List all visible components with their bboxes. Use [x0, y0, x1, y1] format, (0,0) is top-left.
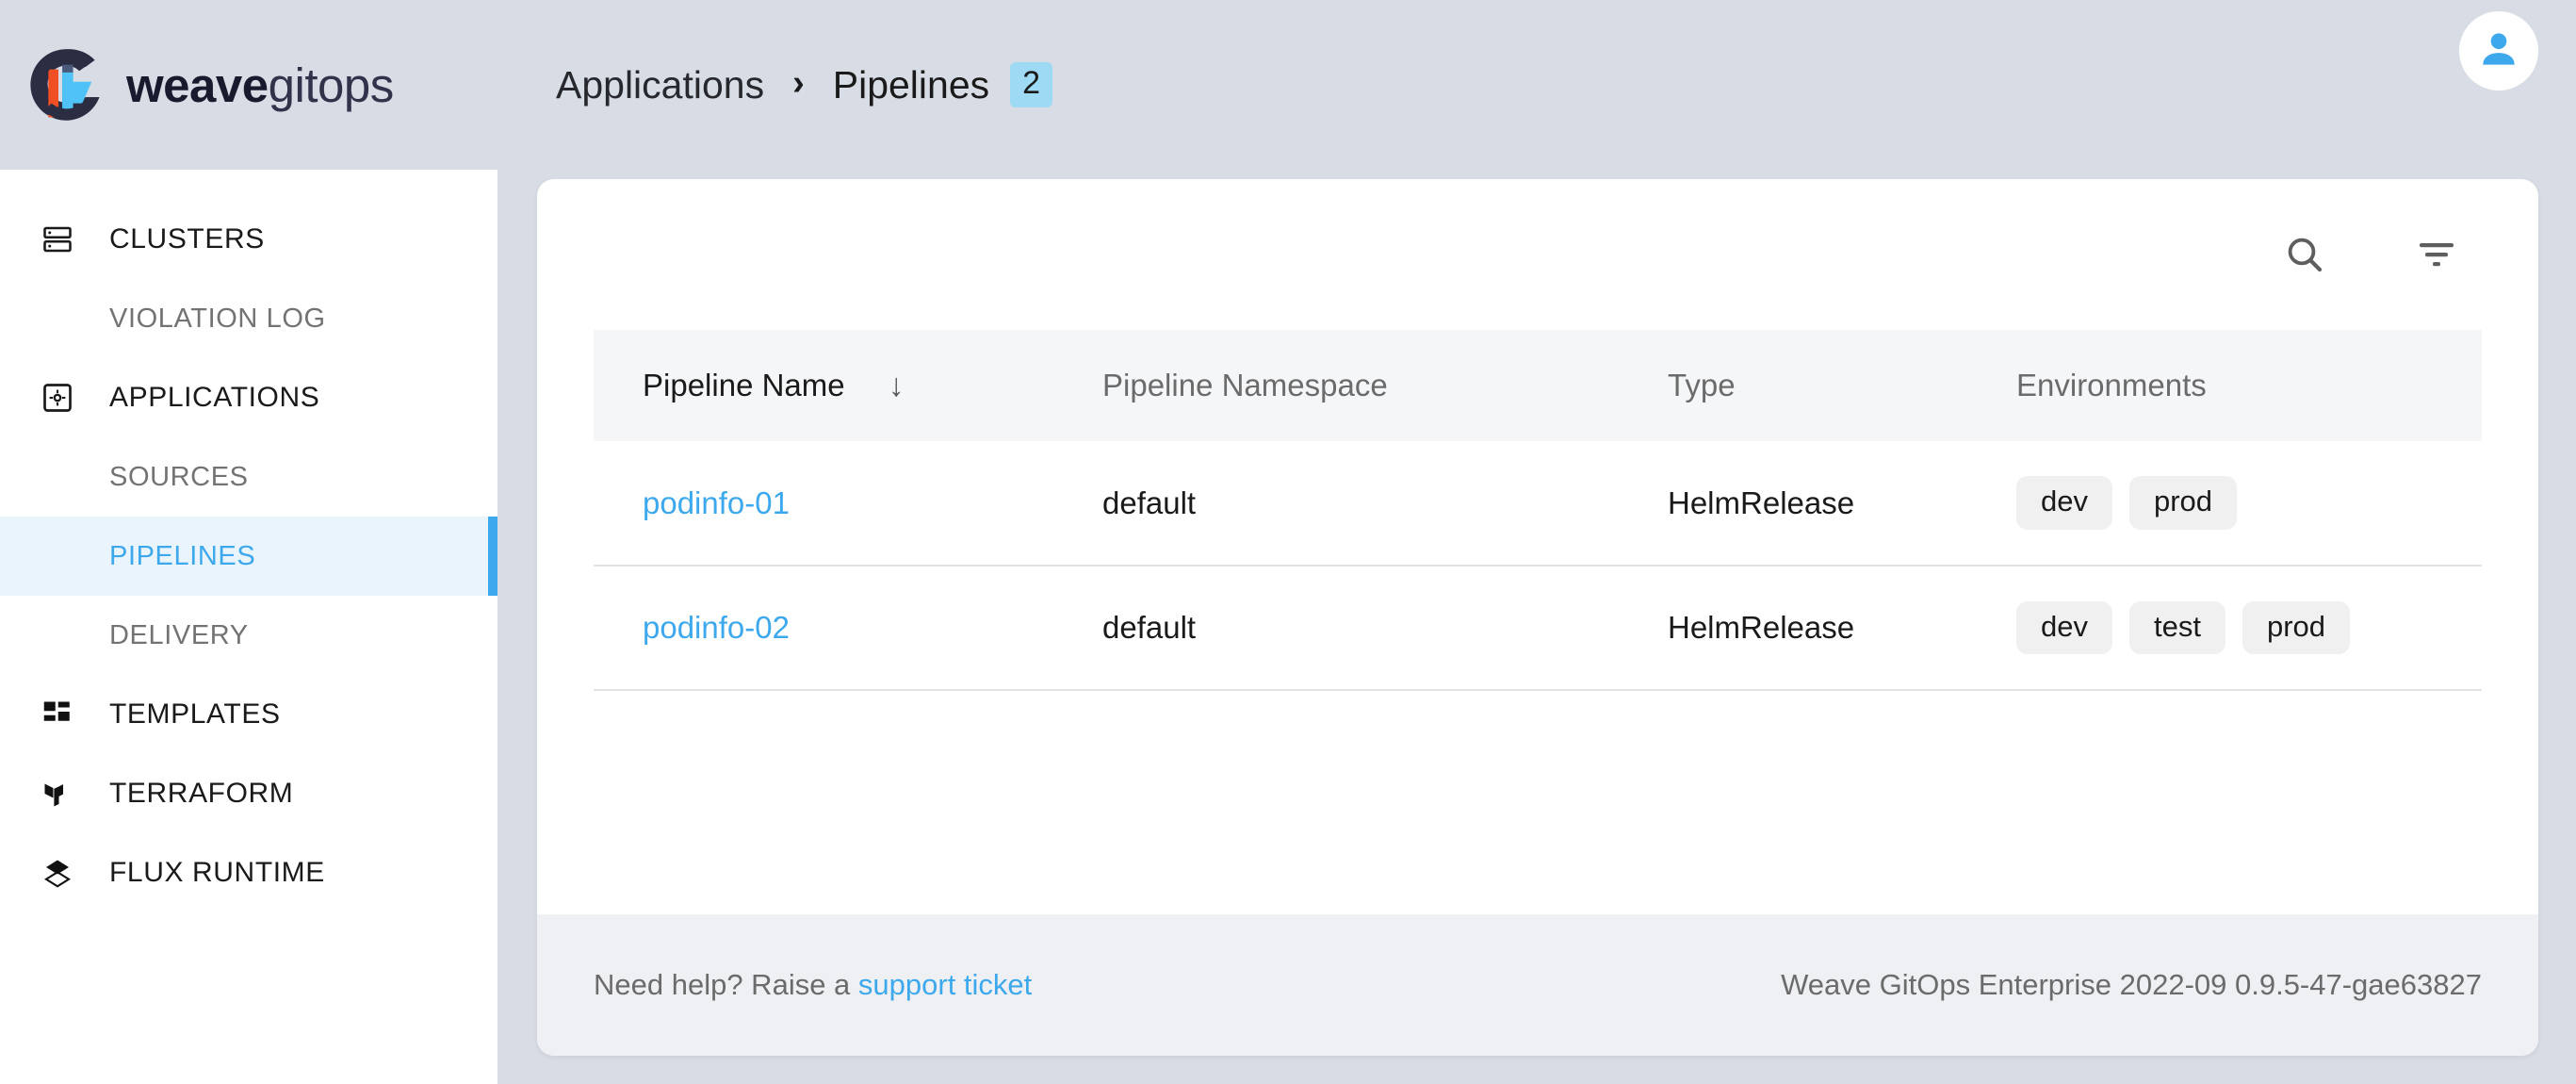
column-label: Pipeline Namespace — [1102, 368, 1388, 402]
sidebar: CLUSTERS VIOLATION LOG APPLICATIONS SOUR… — [0, 170, 497, 1084]
sidebar-item-label: PIPELINES — [109, 540, 256, 571]
column-label: Pipeline Name — [643, 368, 845, 402]
brand-name-bold: weave — [126, 57, 269, 112]
app-root: weavegitops Applications › Pipelines 2 C… — [0, 0, 2576, 1084]
pipelines-count-badge: 2 — [1010, 61, 1053, 108]
weave-gitops-logo-icon — [28, 46, 106, 123]
card-body: Pipeline Name ↓ Pipeline Namespace Type … — [537, 179, 2538, 914]
terraform-icon — [38, 774, 77, 813]
table-row[interactable]: podinfo-01 default HelmRelease dev prod — [594, 441, 2482, 567]
avatar[interactable] — [2459, 11, 2538, 90]
sidebar-item-flux-runtime[interactable]: FLUX RUNTIME — [0, 833, 497, 912]
column-header-environments[interactable]: Environments — [2016, 330, 2482, 441]
filter-icon[interactable] — [2408, 226, 2465, 283]
chevron-right-icon: › — [792, 63, 805, 103]
sidebar-item-pipelines[interactable]: PIPELINES — [0, 517, 497, 596]
environment-chips: dev prod — [2016, 476, 2482, 530]
clusters-icon — [38, 220, 77, 259]
sidebar-item-delivery[interactable]: DELIVERY — [0, 596, 497, 675]
flux-runtime-icon — [38, 853, 77, 893]
table-head: Pipeline Name ↓ Pipeline Namespace Type … — [594, 330, 2482, 441]
brand-logo[interactable]: weavegitops — [28, 46, 471, 123]
column-header-pipeline-namespace[interactable]: Pipeline Namespace — [1102, 330, 1668, 441]
sidebar-item-clusters[interactable]: CLUSTERS — [0, 200, 497, 279]
sidebar-item-terraform[interactable]: TERRAFORM — [0, 754, 497, 833]
cell-pipeline-namespace: default — [1102, 441, 1668, 567]
sidebar-item-label: FLUX RUNTIME — [109, 857, 325, 888]
brand-name-light: gitops — [268, 57, 395, 112]
sidebar-item-label: APPLICATIONS — [109, 382, 320, 413]
applications-icon — [38, 378, 77, 418]
table-body: podinfo-01 default HelmRelease dev prod — [594, 441, 2482, 691]
sidebar-item-applications[interactable]: APPLICATIONS — [0, 358, 497, 437]
account-circle-icon — [2475, 25, 2522, 77]
table-header-row: Pipeline Name ↓ Pipeline Namespace Type … — [594, 330, 2482, 441]
environment-chip: test — [2128, 600, 2225, 655]
sidebar-item-label: VIOLATION LOG — [109, 303, 326, 334]
table-toolbar — [594, 179, 2482, 330]
cell-type: HelmRelease — [1668, 566, 2016, 691]
sidebar-item-label: SOURCES — [109, 461, 249, 492]
breadcrumb: Applications › Pipelines 2 — [556, 61, 1053, 108]
top-bar: weavegitops Applications › Pipelines 2 — [0, 0, 2576, 170]
cell-environments: dev test prod — [2016, 566, 2482, 691]
footer-version: Weave GitOps Enterprise 2022-09 0.9.5-47… — [1781, 968, 2482, 1001]
sidebar-item-templates[interactable]: TEMPLATES — [0, 675, 497, 754]
pipeline-link[interactable]: podinfo-02 — [643, 610, 790, 645]
environment-chips: dev test prod — [2016, 600, 2482, 655]
footer-help-text: Need help? Raise a support ticket — [594, 968, 1032, 1002]
sidebar-item-label: DELIVERY — [109, 619, 249, 650]
cell-pipeline-name: podinfo-02 — [594, 566, 1102, 691]
brand-name: weavegitops — [126, 61, 394, 109]
pipeline-link[interactable]: podinfo-01 — [643, 485, 790, 520]
footer-help-prefix: Need help? Raise a — [594, 968, 858, 1001]
column-header-type[interactable]: Type — [1668, 330, 2016, 441]
environment-chip: dev — [2016, 600, 2112, 655]
pipelines-card: Pipeline Name ↓ Pipeline Namespace Type … — [537, 179, 2538, 1056]
environment-chip: dev — [2016, 476, 2112, 530]
templates-icon — [38, 695, 77, 734]
sidebar-item-label: CLUSTERS — [109, 223, 265, 255]
column-label: Type — [1668, 368, 1736, 402]
cell-pipeline-name: podinfo-01 — [594, 441, 1102, 567]
cell-pipeline-namespace: default — [1102, 566, 1668, 691]
pipelines-table: Pipeline Name ↓ Pipeline Namespace Type … — [594, 330, 2482, 691]
breadcrumb-item-pipelines[interactable]: Pipelines — [833, 63, 989, 107]
environment-chip: prod — [2128, 476, 2238, 530]
support-ticket-link[interactable]: support ticket — [858, 968, 1032, 1001]
sidebar-item-violation-log[interactable]: VIOLATION LOG — [0, 279, 497, 358]
sidebar-item-label: TEMPLATES — [109, 698, 281, 730]
breadcrumb-item-applications[interactable]: Applications — [556, 63, 764, 107]
cell-type: HelmRelease — [1668, 441, 2016, 567]
column-header-pipeline-name[interactable]: Pipeline Name ↓ — [594, 330, 1102, 441]
sidebar-item-sources[interactable]: SOURCES — [0, 437, 497, 517]
table-row[interactable]: podinfo-02 default HelmRelease dev test … — [594, 566, 2482, 691]
column-label: Environments — [2016, 368, 2207, 402]
environment-chip: prod — [2242, 600, 2350, 655]
sort-descending-icon: ↓ — [888, 368, 905, 403]
cell-environments: dev prod — [2016, 441, 2482, 567]
sidebar-item-label: TERRAFORM — [109, 778, 294, 809]
search-icon[interactable] — [2276, 226, 2333, 283]
card-footer: Need help? Raise a support ticket Weave … — [537, 914, 2538, 1056]
